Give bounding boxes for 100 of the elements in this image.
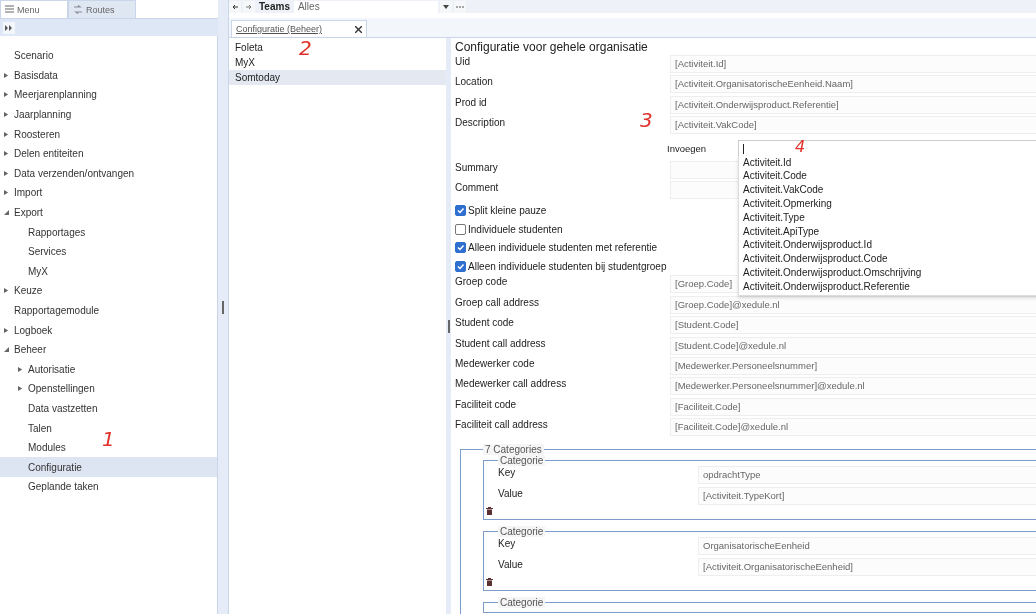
menu-item[interactable]: Export bbox=[0, 202, 47, 223]
input-field[interactable]: [Medewerker.Personeelsnummer]@xedule.nl bbox=[670, 377, 1036, 396]
menu-item[interactable]: Jaarplanning bbox=[0, 104, 76, 125]
expand-icon[interactable] bbox=[4, 72, 9, 78]
input-field[interactable]: [Activiteit.TypeKort] bbox=[698, 486, 1036, 505]
suggestion-item[interactable]: Activiteit.VakCode bbox=[739, 183, 1036, 197]
expand-icon[interactable] bbox=[4, 92, 9, 98]
menu-item[interactable]: Openstellingen bbox=[0, 379, 99, 399]
menu-item[interactable]: Data vastzetten bbox=[0, 398, 102, 419]
expand-icon[interactable] bbox=[4, 151, 9, 157]
field-label: Comment bbox=[455, 180, 499, 193]
trash-icon[interactable] bbox=[486, 578, 493, 587]
menu-item[interactable]: Delen entiteiten bbox=[0, 143, 88, 164]
expand-icon[interactable] bbox=[4, 327, 9, 333]
sidebar-tab[interactable]: Menu bbox=[0, 0, 68, 18]
suggestion-item[interactable]: Activiteit.Code bbox=[739, 169, 1036, 184]
expand-icon[interactable] bbox=[4, 131, 9, 137]
group-legend: Categorie bbox=[498, 597, 546, 609]
menu-item[interactable]: Autorisatie bbox=[0, 359, 80, 380]
input-field[interactable]: [Student.Code] bbox=[670, 316, 1036, 335]
input-field[interactable]: opdrachtType bbox=[698, 466, 1036, 485]
expand-icon[interactable] bbox=[18, 366, 23, 372]
menu-item[interactable]: Configuratie bbox=[0, 457, 217, 478]
input-field[interactable]: [Activiteit.OrganisatorischeEenheid] bbox=[698, 557, 1036, 576]
expand-icon[interactable] bbox=[4, 190, 9, 196]
input-field[interactable]: [Faciliteit.Code] bbox=[670, 397, 1036, 416]
splitter-handle[interactable] bbox=[447, 319, 450, 333]
expand-icon[interactable] bbox=[18, 386, 23, 392]
document-tab[interactable]: Configuratie (Beheer) bbox=[231, 20, 367, 37]
checkbox[interactable] bbox=[455, 260, 466, 272]
field-label: Faciliteit call address bbox=[455, 418, 548, 431]
close-icon[interactable] bbox=[355, 25, 362, 33]
menu-item[interactable]: Beheer bbox=[0, 339, 51, 360]
expand-icon[interactable] bbox=[4, 288, 9, 294]
filter-dropdown[interactable]: Alles bbox=[293, 0, 438, 13]
menu-item[interactable]: Services bbox=[0, 241, 71, 262]
expand-icon[interactable] bbox=[4, 170, 9, 176]
input-field[interactable]: [Faciliteit.Code]@xedule.nl bbox=[670, 418, 1036, 437]
input-field[interactable]: OrganisatorischeEenheid bbox=[698, 537, 1036, 556]
handwritten-number: 4 bbox=[795, 138, 806, 155]
route-icon bbox=[73, 5, 83, 14]
suggestion-item[interactable]: Activiteit.Type bbox=[739, 210, 1036, 225]
suggestion-item[interactable]: Activiteit.Opmerking bbox=[739, 196, 1036, 211]
menu-item[interactable]: Scenario bbox=[0, 46, 58, 66]
menu-item[interactable]: Keuze bbox=[0, 281, 47, 301]
trash-icon[interactable] bbox=[486, 507, 493, 516]
collapse-icon[interactable] bbox=[4, 210, 9, 216]
suggestion-item[interactable]: Activiteit.Onderwijsproduct.Omschrijving bbox=[739, 265, 1036, 280]
suggestion-item[interactable]: Activiteit.Id bbox=[739, 155, 1036, 170]
menu-item[interactable]: Roosteren bbox=[0, 124, 65, 144]
suggestion-item[interactable]: Activiteit.ApiType bbox=[739, 224, 1036, 239]
menu-item[interactable]: Basisdata bbox=[0, 65, 62, 86]
input-field[interactable]: [Activiteit.OrganisatorischeEenheid.Naam] bbox=[670, 75, 1036, 94]
menu-item[interactable]: Rapportagemodule bbox=[0, 300, 104, 321]
expand-icon[interactable] bbox=[4, 112, 9, 118]
list-icon bbox=[5, 5, 14, 14]
input-field[interactable]: [Medewerker.Personeelsnummer] bbox=[670, 356, 1036, 375]
input-field[interactable]: [Activiteit.Onderwijsproduct.Referentie] bbox=[670, 95, 1036, 114]
group-legend: Categorie bbox=[498, 455, 546, 467]
dropdown-button[interactable] bbox=[439, 0, 452, 13]
menu-item[interactable]: MyX bbox=[0, 261, 52, 282]
system-item[interactable]: Foleta bbox=[229, 40, 267, 55]
menu-item[interactable]: Geplande taken bbox=[0, 477, 103, 497]
suggestion-item[interactable]: Activiteit.Onderwijsproduct.Referentie bbox=[739, 279, 1036, 294]
menu-item[interactable]: Data verzenden/ontvangen bbox=[0, 163, 139, 184]
input-field[interactable]: [Activiteit.Id] bbox=[670, 55, 1036, 73]
field-label: Medewerker code bbox=[455, 356, 535, 369]
field-label: Key bbox=[498, 537, 517, 550]
checkbox-label: Alleen individuele studenten bij studentgroep bbox=[468, 260, 667, 272]
system-item[interactable]: Somtoday bbox=[229, 70, 446, 85]
back-button[interactable] bbox=[229, 0, 241, 13]
back-icon bbox=[232, 3, 238, 10]
field-label: Faciliteit code bbox=[455, 397, 517, 410]
field-label: Invoegen bbox=[667, 143, 708, 155]
menu-item[interactable]: Modules bbox=[0, 437, 70, 458]
sidebar-tab[interactable]: Routes bbox=[68, 0, 136, 18]
splitter-handle[interactable] bbox=[222, 300, 224, 314]
forward-button[interactable] bbox=[243, 0, 255, 13]
more-icon bbox=[455, 5, 464, 8]
suggestion-item[interactable]: Activiteit.Onderwijsproduct.Id bbox=[739, 238, 1036, 253]
menu-item[interactable]: Logboek bbox=[0, 320, 57, 340]
menu-item[interactable]: Talen bbox=[0, 418, 56, 438]
menu-item[interactable]: Meerjarenplanning bbox=[0, 85, 101, 105]
checkbox[interactable] bbox=[455, 242, 466, 254]
collapse-icon[interactable] bbox=[4, 347, 9, 353]
field-label: Summary bbox=[455, 160, 498, 173]
form-title: Configuratie voor gehele organisatie bbox=[455, 40, 649, 54]
checkbox[interactable] bbox=[455, 223, 466, 235]
system-item[interactable]: MyX bbox=[229, 55, 259, 70]
field-label: Groep call address bbox=[455, 295, 539, 308]
input-field[interactable]: [Student.Code]@xedule.nl bbox=[670, 336, 1036, 355]
suggestion-item[interactable]: Activiteit.Onderwijsproduct.Code bbox=[739, 252, 1036, 266]
input-field[interactable]: [Groep.Code]@xedule.nl bbox=[670, 295, 1036, 314]
checkbox[interactable] bbox=[455, 205, 466, 217]
group-legend: 7 Categories bbox=[483, 444, 544, 456]
input-field[interactable]: [Activiteit.VakCode] bbox=[670, 116, 1036, 135]
menu-item[interactable]: Import bbox=[0, 183, 47, 203]
expand-button[interactable] bbox=[3, 21, 15, 34]
field-label: Student code bbox=[455, 316, 514, 329]
menu-item[interactable]: Rapportages bbox=[0, 222, 90, 242]
